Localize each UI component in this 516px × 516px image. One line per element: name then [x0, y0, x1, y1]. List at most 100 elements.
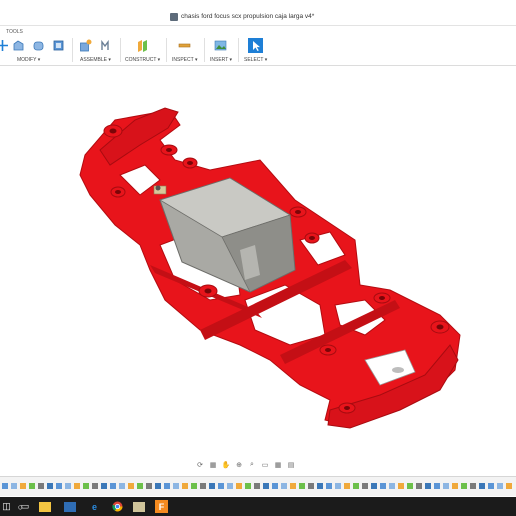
fusion-icon[interactable]: F	[155, 500, 168, 513]
timeline-feature[interactable]	[416, 483, 422, 489]
timeline-feature[interactable]	[146, 483, 152, 489]
assemble-menu[interactable]: ASSEMBLE ▾	[80, 57, 111, 63]
timeline-feature[interactable]	[272, 483, 278, 489]
timeline-feature[interactable]	[407, 483, 413, 489]
files-icon[interactable]	[133, 502, 145, 512]
timeline-feature[interactable]	[281, 483, 287, 489]
task-view-icon[interactable]: ▭	[20, 500, 30, 513]
file-explorer-icon[interactable]	[39, 502, 51, 512]
insert-menu[interactable]: INSERT ▾	[210, 57, 232, 63]
zoom-icon[interactable]: ⊕	[234, 461, 244, 470]
timeline-feature[interactable]	[74, 483, 80, 489]
timeline-feature[interactable]	[245, 483, 251, 489]
timeline-features[interactable]	[0, 477, 516, 497]
joint-icon[interactable]	[99, 39, 112, 52]
timeline-feature[interactable]	[308, 483, 314, 489]
toolbar-separator	[204, 38, 205, 62]
timeline-feature[interactable]	[227, 483, 233, 489]
create-move-icon[interactable]	[0, 39, 9, 52]
fillet-icon[interactable]	[32, 39, 45, 52]
timeline-feature[interactable]	[29, 483, 35, 489]
timeline-feature[interactable]	[371, 483, 377, 489]
timeline-feature[interactable]	[335, 483, 341, 489]
timeline-feature[interactable]	[488, 483, 494, 489]
timeline-feature[interactable]	[290, 483, 296, 489]
timeline-feature[interactable]	[20, 483, 26, 489]
construct-menu[interactable]: CONSTRUCT ▾	[125, 57, 160, 63]
timeline-feature[interactable]	[398, 483, 404, 489]
timeline-feature[interactable]	[92, 483, 98, 489]
timeline-feature[interactable]	[2, 483, 8, 489]
timeline-feature[interactable]	[506, 483, 512, 489]
timeline-feature[interactable]	[209, 483, 215, 489]
timeline-feature[interactable]	[425, 483, 431, 489]
timeline-feature[interactable]	[299, 483, 305, 489]
shell-icon[interactable]	[52, 39, 65, 52]
timeline-feature[interactable]	[389, 483, 395, 489]
grid-icon[interactable]: ▦	[273, 461, 283, 470]
timeline-feature[interactable]	[218, 483, 224, 489]
timeline-feature[interactable]	[164, 483, 170, 489]
timeline-feature[interactable]	[182, 483, 188, 489]
timeline-feature[interactable]	[344, 483, 350, 489]
pan-icon[interactable]: ✋	[221, 461, 231, 470]
modify-menu[interactable]: MODIFY ▾	[17, 57, 40, 63]
timeline-feature[interactable]	[101, 483, 107, 489]
timeline-feature[interactable]	[119, 483, 125, 489]
timeline-feature[interactable]	[353, 483, 359, 489]
select-icon[interactable]	[248, 38, 263, 53]
insert-image-icon[interactable]	[214, 39, 227, 52]
offset-plane-icon[interactable]	[136, 39, 149, 52]
canvas-viewport[interactable]	[0, 67, 516, 457]
inspect-menu[interactable]: INSPECT ▾	[172, 57, 197, 63]
timeline-feature[interactable]	[470, 483, 476, 489]
viewport-icon[interactable]: ▤	[286, 461, 296, 470]
timeline-feature[interactable]	[56, 483, 62, 489]
document-title: chasis ford focus scx propulsion caja la…	[181, 13, 315, 20]
timeline-feature[interactable]	[38, 483, 44, 489]
timeline-feature[interactable]	[200, 483, 206, 489]
timeline-feature[interactable]	[11, 483, 17, 489]
title-bar: chasis ford focus scx propulsion caja la…	[0, 0, 516, 26]
timeline-feature[interactable]	[317, 483, 323, 489]
timeline[interactable]	[0, 476, 516, 496]
timeline-feature[interactable]	[452, 483, 458, 489]
timeline-feature[interactable]	[173, 483, 179, 489]
timeline-feature[interactable]	[155, 483, 161, 489]
display-settings-icon[interactable]: ▭	[260, 461, 270, 470]
measure-icon[interactable]	[178, 39, 191, 52]
timeline-feature[interactable]	[434, 483, 440, 489]
timeline-feature[interactable]	[65, 483, 71, 489]
timeline-feature[interactable]	[479, 483, 485, 489]
fit-icon[interactable]: ⌕	[247, 461, 257, 470]
orbit-icon[interactable]: ⟳	[195, 461, 205, 470]
timeline-feature[interactable]	[47, 483, 53, 489]
start-icon[interactable]: ◫	[0, 500, 13, 513]
timeline-feature[interactable]	[461, 483, 467, 489]
timeline-feature[interactable]	[128, 483, 134, 489]
folder-icon[interactable]	[64, 502, 76, 512]
timeline-feature[interactable]	[110, 483, 116, 489]
timeline-feature[interactable]	[380, 483, 386, 489]
new-component-icon[interactable]	[79, 39, 92, 52]
chassis-model[interactable]	[0, 67, 516, 457]
timeline-feature[interactable]	[236, 483, 242, 489]
timeline-feature[interactable]	[362, 483, 368, 489]
timeline-feature[interactable]	[137, 483, 143, 489]
toolbar-separator	[72, 38, 73, 62]
chrome-icon[interactable]	[111, 500, 124, 513]
press-pull-icon[interactable]	[12, 39, 25, 52]
windows-taskbar: ◫ ○ ▭ e F	[0, 497, 516, 516]
edge-icon[interactable]: e	[88, 500, 101, 513]
timeline-feature[interactable]	[263, 483, 269, 489]
toolbar-separator	[120, 38, 121, 62]
timeline-feature[interactable]	[443, 483, 449, 489]
select-menu[interactable]: SELECT ▾	[244, 57, 267, 63]
timeline-feature[interactable]	[326, 483, 332, 489]
timeline-feature[interactable]	[497, 483, 503, 489]
timeline-feature[interactable]	[191, 483, 197, 489]
timeline-feature[interactable]	[83, 483, 89, 489]
timeline-feature[interactable]	[254, 483, 260, 489]
look-at-icon[interactable]: ▦	[208, 461, 218, 470]
toolbar-separator	[238, 38, 239, 62]
